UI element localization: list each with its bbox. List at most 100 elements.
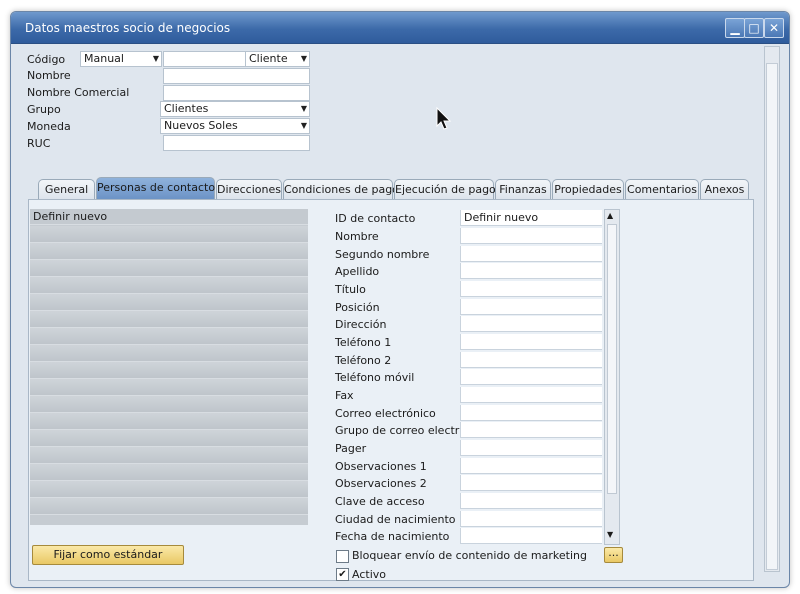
ellipsis-button[interactable]: ... [604, 547, 623, 563]
tab-condiciones-de-pago[interactable]: Condiciones de pago [283, 179, 399, 199]
bloquear-marketing-label: Bloquear envío de contenido de marketing [352, 549, 587, 562]
field-observaciones-1[interactable] [460, 458, 602, 474]
field-nombre[interactable] [460, 228, 602, 244]
activo-checkbox[interactable]: ✔ [336, 568, 349, 581]
field-direccion[interactable] [460, 316, 602, 332]
field-grupo-de-correo[interactable] [460, 422, 602, 438]
ruc-input[interactable] [163, 135, 310, 151]
field-label-telefono-2: Teléfono 2 [335, 354, 392, 367]
field-label-pager: Pager [335, 442, 367, 455]
field-correo-electronico[interactable] [460, 405, 602, 421]
nombre-label: Nombre [27, 69, 71, 82]
field-label-nombre: Nombre [335, 230, 379, 243]
field-titulo[interactable] [460, 281, 602, 297]
list-item[interactable] [30, 226, 308, 243]
codigo-input[interactable] [163, 51, 246, 67]
scroll-down-arrow-icon[interactable]: ▼ [607, 530, 613, 539]
field-segundo-nombre[interactable] [460, 246, 602, 262]
field-label-ciudad-de-nacimiento: Ciudad de nacimiento [335, 513, 456, 526]
list-item[interactable] [30, 328, 308, 345]
check-icon: ✔ [338, 569, 347, 580]
list-item[interactable] [30, 277, 308, 294]
field-label-id-de-contacto: ID de contacto [335, 212, 416, 225]
list-item[interactable] [30, 294, 308, 311]
title-bar[interactable]: Datos maestros socio de negocios ▁ □ ✕ [11, 12, 789, 44]
field-label-observaciones-2: Observaciones 2 [335, 477, 427, 490]
field-label-titulo: Título [335, 283, 366, 296]
list-item[interactable] [30, 464, 308, 481]
bloquear-marketing-checkbox[interactable] [336, 550, 349, 563]
codigo-series-value: Manual [84, 52, 124, 65]
tab-general[interactable]: General [38, 179, 95, 199]
list-item[interactable] [30, 260, 308, 277]
tab-ejecucion-de-pago[interactable]: Ejecución de pago [394, 179, 496, 199]
field-label-fecha-de-nacimiento: Fecha de nacimiento [335, 530, 450, 543]
fijar-como-estandar-button[interactable]: Fijar como estándar [32, 545, 184, 565]
moneda-combo[interactable]: Nuevos Soles ▼ [160, 118, 310, 134]
list-item[interactable]: Definir nuevo [30, 209, 308, 225]
nombre-input[interactable] [163, 68, 310, 84]
list-item[interactable] [30, 447, 308, 464]
field-label-grupo-de-correo: Grupo de correo electr… [335, 424, 471, 437]
list-item[interactable] [30, 379, 308, 396]
chevron-down-icon: ▼ [300, 121, 307, 130]
field-telefono-2[interactable] [460, 352, 602, 368]
tab-finanzas[interactable]: Finanzas [495, 179, 551, 199]
field-telefono-1[interactable] [460, 334, 602, 350]
field-fecha-de-nacimiento[interactable] [460, 528, 602, 544]
chevron-down-icon: ▼ [152, 54, 159, 63]
list-item[interactable] [30, 498, 308, 515]
field-observaciones-2[interactable] [460, 475, 602, 491]
list-item[interactable] [30, 430, 308, 447]
window-title: Datos maestros socio de negocios [25, 21, 231, 35]
field-label-fax: Fax [335, 389, 354, 402]
field-label-posicion: Posición [335, 301, 380, 314]
field-label-correo-electronico: Correo electrónico [335, 407, 436, 420]
tipo-combo[interactable]: Cliente ▼ [245, 51, 310, 67]
fields-scrollbar-thumb[interactable] [607, 224, 617, 494]
maximize-button[interactable]: □ [744, 18, 764, 38]
field-label-direccion: Dirección [335, 318, 387, 331]
field-id-de-contacto[interactable]: Definir nuevo [460, 210, 602, 226]
codigo-label: Código [27, 53, 66, 66]
list-item[interactable] [30, 345, 308, 362]
field-ciudad-de-nacimiento[interactable] [460, 511, 602, 527]
field-posicion[interactable] [460, 299, 602, 315]
list-item[interactable] [30, 311, 308, 328]
tipo-value: Cliente [249, 52, 288, 65]
grupo-combo[interactable]: Clientes ▼ [160, 101, 310, 117]
field-label-segundo-nombre: Segundo nombre [335, 248, 430, 261]
minimize-button[interactable]: ▁ [725, 18, 745, 38]
close-button[interactable]: ✕ [764, 18, 784, 38]
list-item[interactable] [30, 396, 308, 413]
window-scrollbar[interactable] [764, 46, 780, 572]
field-clave-de-acceso[interactable] [460, 493, 602, 509]
list-item[interactable] [30, 243, 308, 260]
tab-comentarios[interactable]: Comentarios [625, 179, 699, 199]
field-fax[interactable] [460, 387, 602, 403]
mouse-pointer-icon [436, 107, 452, 130]
tab-propiedades[interactable]: Propiedades [552, 179, 624, 199]
contacts-list[interactable]: Definir nuevo [30, 209, 308, 525]
field-label-clave-de-acceso: Clave de acceso [335, 495, 425, 508]
fields-scrollbar[interactable]: ▲ ▼ [604, 209, 620, 545]
field-pager[interactable] [460, 440, 602, 456]
tab-anexos[interactable]: Anexos [700, 179, 749, 199]
nombre-comercial-input[interactable] [163, 85, 310, 101]
window-scrollbar-thumb[interactable] [766, 63, 778, 570]
tab-personas-de-contacto[interactable]: Personas de contacto [96, 177, 215, 199]
chevron-down-icon: ▼ [300, 104, 307, 113]
ruc-label: RUC [27, 137, 51, 150]
nombre-comercial-label: Nombre Comercial [27, 86, 130, 99]
list-item[interactable] [30, 481, 308, 498]
field-apellido[interactable] [460, 263, 602, 279]
grupo-label: Grupo [27, 103, 61, 116]
field-label-telefono-1: Teléfono 1 [335, 336, 392, 349]
list-item[interactable] [30, 362, 308, 379]
tab-direcciones[interactable]: Direcciones [216, 179, 282, 199]
codigo-series-combo[interactable]: Manual ▼ [80, 51, 162, 67]
field-telefono-movil[interactable] [460, 369, 602, 385]
scroll-up-arrow-icon[interactable]: ▲ [607, 211, 613, 220]
list-item[interactable] [30, 413, 308, 430]
field-label-apellido: Apellido [335, 265, 380, 278]
